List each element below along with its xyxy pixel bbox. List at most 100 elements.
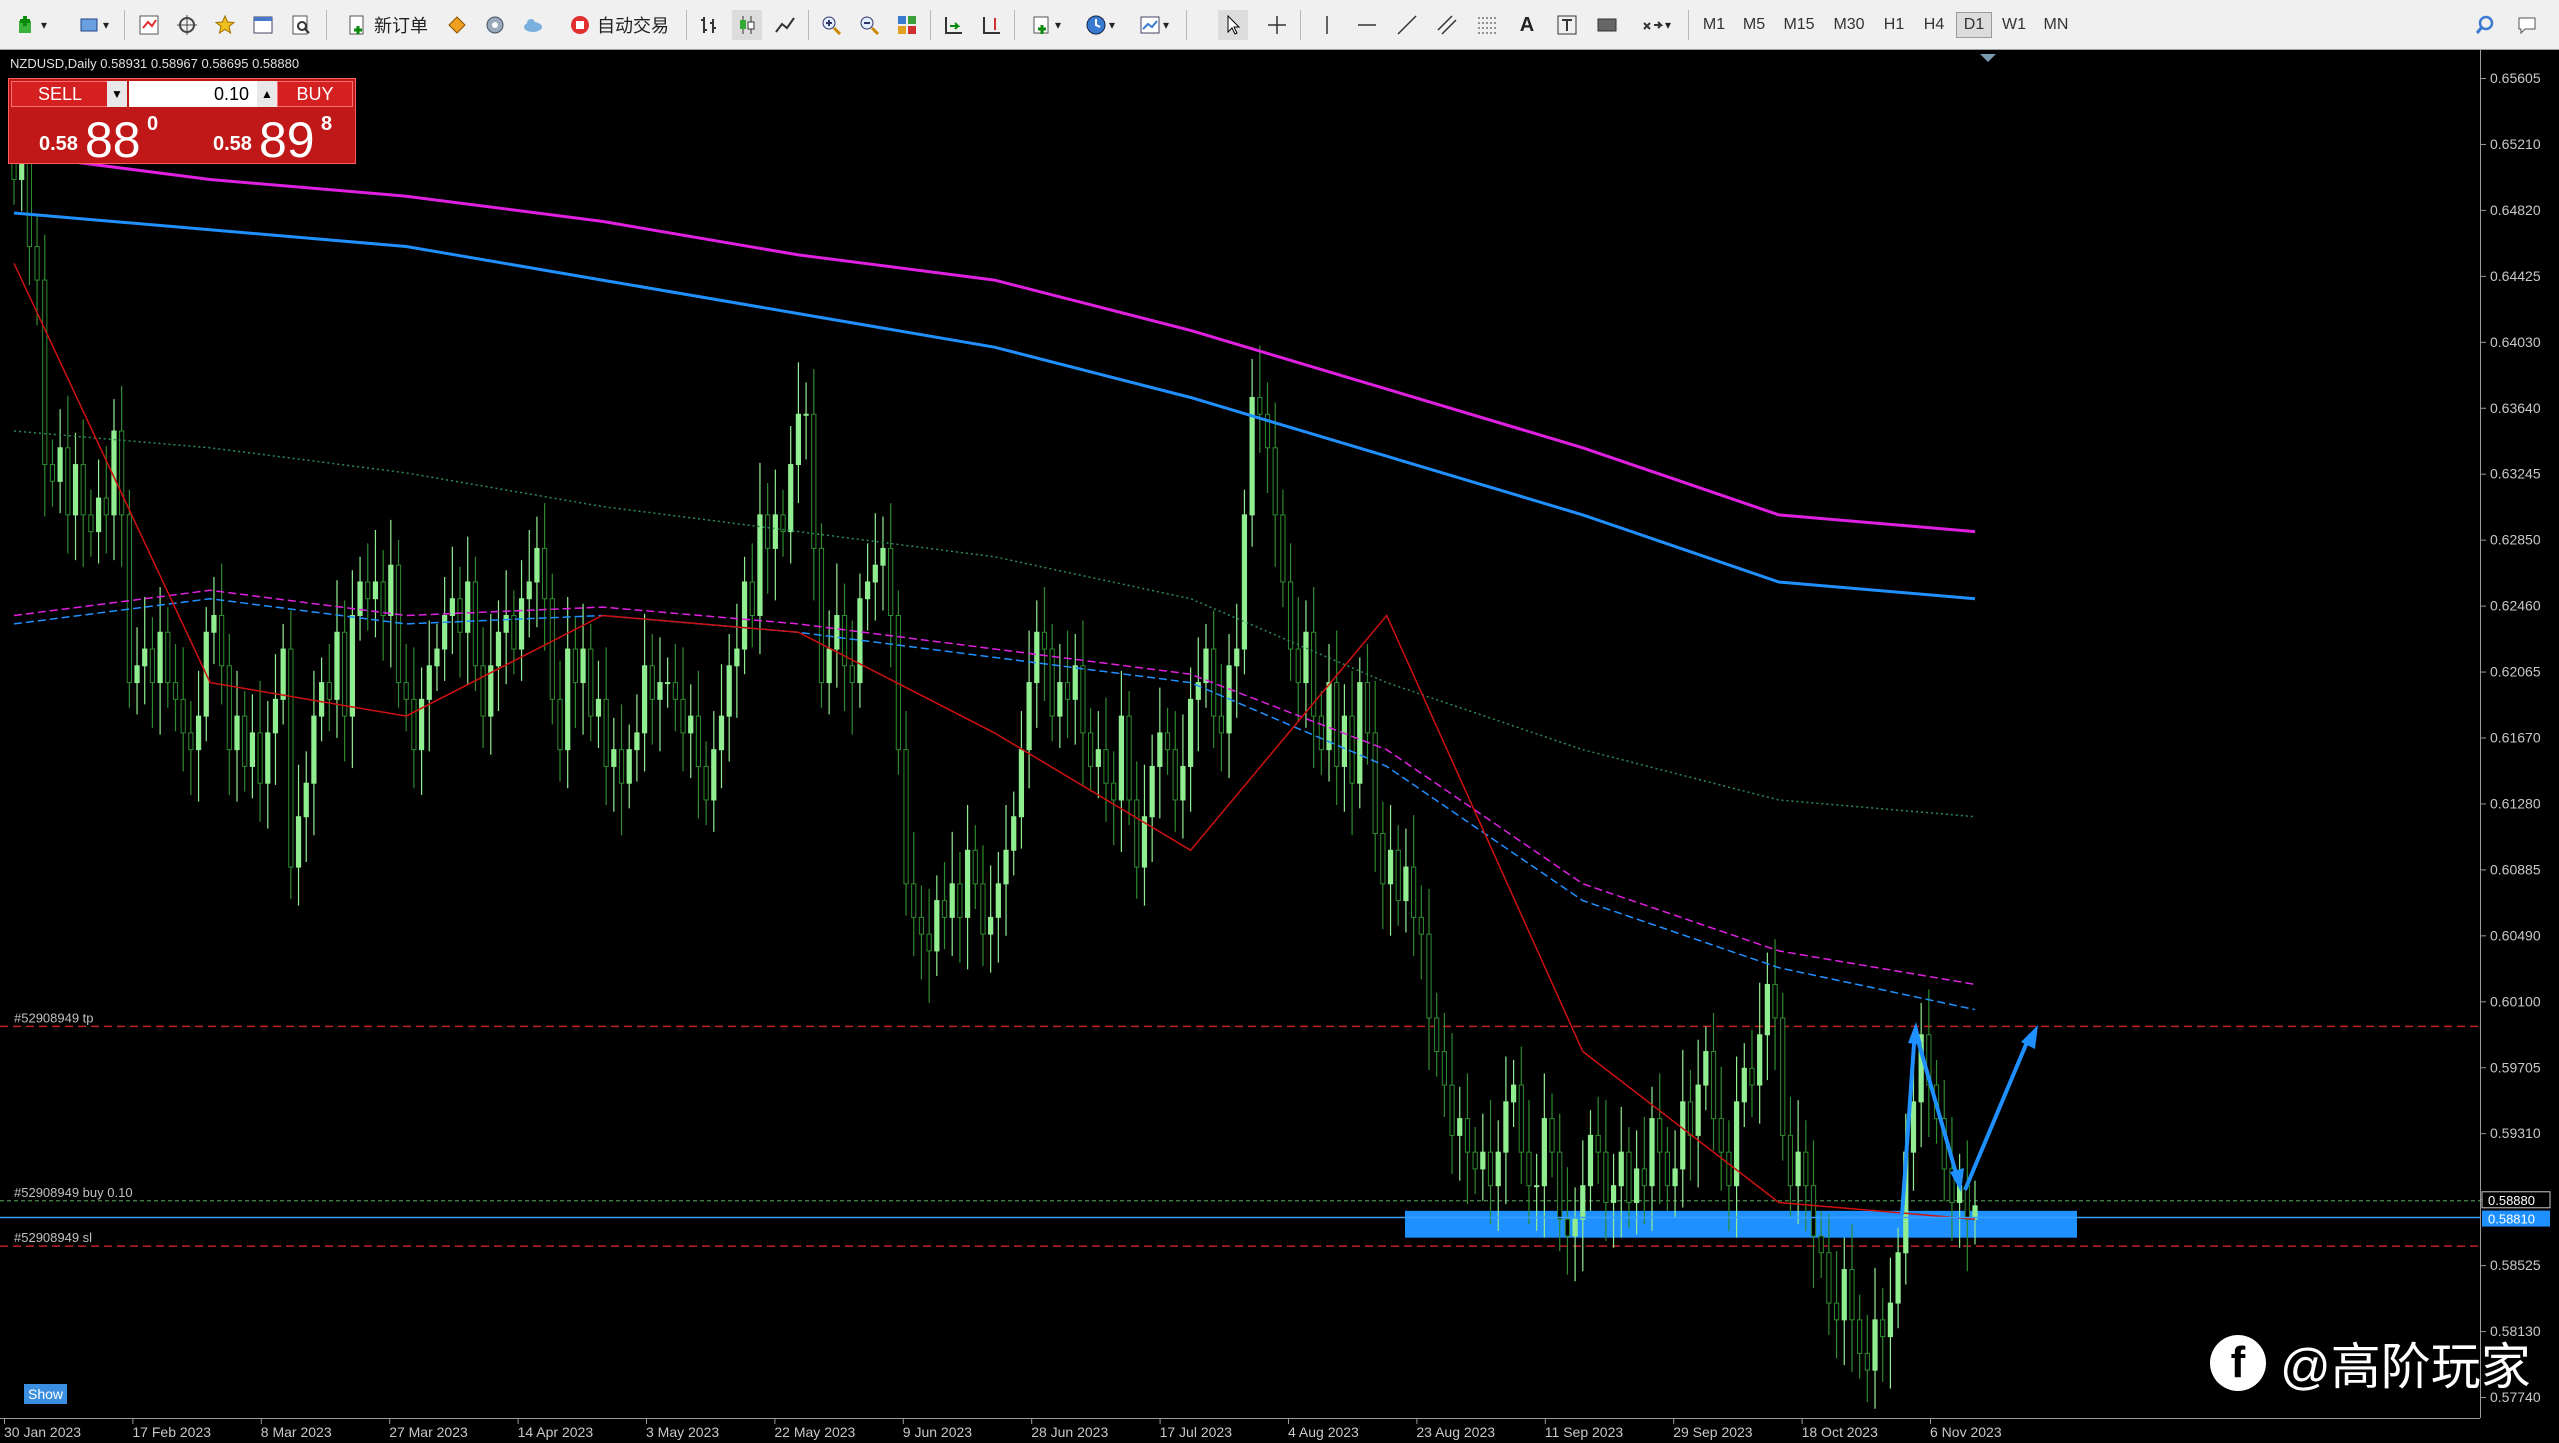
arrows-tool-button[interactable]: ▾ xyxy=(1632,10,1678,40)
candle-body[interactable] xyxy=(1749,1067,1755,1086)
candle-body[interactable] xyxy=(634,732,640,751)
candle-body[interactable] xyxy=(342,631,348,717)
buy-price[interactable]: 0.58 89 8 xyxy=(185,111,353,168)
candle-body[interactable] xyxy=(1164,732,1171,751)
candle-body[interactable] xyxy=(1495,1151,1501,1187)
candle-body[interactable] xyxy=(95,497,102,533)
chart-shift-marker[interactable] xyxy=(1980,54,1996,62)
candle-body[interactable] xyxy=(1118,715,1125,801)
search-button[interactable] xyxy=(2470,10,2500,40)
candle-body[interactable] xyxy=(1726,1151,1732,1187)
candle-body[interactable] xyxy=(1557,1151,1563,1220)
new-chart-button[interactable]: ▾ xyxy=(8,10,54,40)
candle-body[interactable] xyxy=(1126,715,1132,801)
candle-body[interactable] xyxy=(818,547,825,684)
candle-body[interactable] xyxy=(1910,1101,1917,1153)
candle-body[interactable] xyxy=(1418,916,1424,935)
candle-body[interactable] xyxy=(1641,1168,1647,1187)
ma-blue-line[interactable] xyxy=(13,211,1976,601)
candle-body[interactable] xyxy=(726,665,732,717)
candle-body[interactable] xyxy=(1303,631,1309,684)
candle-body[interactable] xyxy=(1803,1151,1809,1187)
fibonacci-tool-button[interactable] xyxy=(1472,10,1502,40)
candle-body[interactable] xyxy=(1895,1252,1901,1304)
candle-body[interactable] xyxy=(1610,1185,1617,1203)
candle-body[interactable] xyxy=(311,715,317,784)
candle-body[interactable] xyxy=(172,682,179,700)
candle-body[interactable] xyxy=(1664,1151,1671,1187)
candle-body[interactable] xyxy=(426,665,432,700)
candle-body[interactable] xyxy=(318,682,325,717)
timeframe-h4[interactable]: H4 xyxy=(1916,12,1952,38)
candle-body[interactable] xyxy=(157,631,163,684)
candle-body[interactable] xyxy=(1172,749,1178,801)
candle-body[interactable] xyxy=(1380,833,1386,885)
candle-body[interactable] xyxy=(103,497,109,516)
candle-body[interactable] xyxy=(1449,1084,1455,1136)
candle-body[interactable] xyxy=(442,614,448,650)
candle-body[interactable] xyxy=(1103,749,1109,784)
candle-body[interactable] xyxy=(1649,1118,1655,1187)
candle-body[interactable] xyxy=(1372,732,1378,835)
candle-body[interactable] xyxy=(303,782,309,818)
candle-body[interactable] xyxy=(1157,732,1163,767)
candle-body[interactable] xyxy=(457,598,463,633)
candle-body[interactable] xyxy=(542,547,548,600)
candle-body[interactable] xyxy=(249,732,256,767)
candle-body[interactable] xyxy=(1318,715,1324,751)
candle-body[interactable] xyxy=(234,715,240,751)
candle-body[interactable] xyxy=(903,749,909,885)
candle-body[interactable] xyxy=(411,698,417,751)
candle-body[interactable] xyxy=(1841,1269,1847,1321)
candle-body[interactable] xyxy=(1534,1185,1540,1188)
candle-body[interactable] xyxy=(911,883,917,918)
candlestick-chart-button[interactable] xyxy=(732,10,762,40)
navigator-button[interactable] xyxy=(210,10,240,40)
candle-body[interactable] xyxy=(934,900,940,952)
candle-body[interactable] xyxy=(1780,1017,1786,1136)
candle-body[interactable] xyxy=(1041,631,1048,650)
candle-body[interactable] xyxy=(1510,1084,1517,1103)
candle-body[interactable] xyxy=(242,715,248,767)
candle-body[interactable] xyxy=(1257,396,1263,415)
candle-body[interactable] xyxy=(265,732,271,784)
candle-body[interactable] xyxy=(334,631,340,700)
candle-body[interactable] xyxy=(226,665,232,751)
candle-body[interactable] xyxy=(195,715,202,751)
templates-button[interactable]: ▾ xyxy=(1130,10,1176,40)
candle-body[interactable] xyxy=(1072,665,1078,700)
candle-body[interactable] xyxy=(1849,1269,1855,1321)
candle-body[interactable] xyxy=(618,749,625,784)
market-watch-button[interactable] xyxy=(134,10,164,40)
candle-body[interactable] xyxy=(864,581,871,600)
candle-body[interactable] xyxy=(88,514,94,533)
candle-body[interactable] xyxy=(1833,1302,1840,1321)
ma-red-line[interactable] xyxy=(13,262,1976,1220)
candle-body[interactable] xyxy=(626,749,632,784)
lot-size-input[interactable]: 0.10 xyxy=(129,81,257,107)
candle-body[interactable] xyxy=(219,614,225,667)
new-order-button[interactable]: 新订单 xyxy=(336,10,436,40)
candle-body[interactable] xyxy=(1057,682,1063,717)
timeframe-m30[interactable]: M30 xyxy=(1826,12,1872,38)
candle-body[interactable] xyxy=(1457,1118,1463,1136)
bar-chart-button[interactable] xyxy=(694,10,724,40)
candle-body[interactable] xyxy=(42,279,48,466)
candle-body[interactable] xyxy=(503,614,509,633)
lot-increase-button[interactable]: ▲ xyxy=(257,81,277,107)
candle-body[interactable] xyxy=(1434,1017,1440,1053)
auto-trading-button[interactable]: 自动交易 xyxy=(560,10,676,40)
timeframe-m1[interactable]: M1 xyxy=(1696,12,1732,38)
candle-body[interactable] xyxy=(765,514,771,549)
candle-body[interactable] xyxy=(1518,1084,1524,1153)
candle-body[interactable] xyxy=(949,883,955,918)
candle-body[interactable] xyxy=(665,682,671,685)
candle-body[interactable] xyxy=(1241,514,1248,650)
candle-body[interactable] xyxy=(1187,698,1194,767)
candle-body[interactable] xyxy=(1541,1118,1547,1187)
candle-body[interactable] xyxy=(749,581,755,616)
candle-body[interactable] xyxy=(1618,1151,1624,1187)
timeframe-w1[interactable]: W1 xyxy=(1996,12,2032,38)
candle-body[interactable] xyxy=(1234,648,1240,667)
text-label-tool-button[interactable] xyxy=(1552,10,1582,40)
